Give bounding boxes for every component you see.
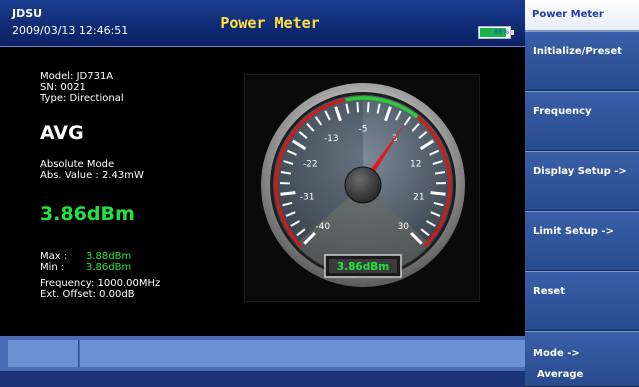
gauge-hub [344, 166, 382, 204]
gauge-tick-label: -13 [324, 134, 339, 144]
footer-strip [0, 371, 525, 387]
datetime-label: 2009/03/13 12:46:51 [12, 24, 129, 37]
gauge-tick-label: -40 [315, 222, 330, 232]
battery-icon: 88% [478, 26, 514, 39]
reset-button[interactable]: Reset [525, 271, 639, 331]
gauge-tick [356, 102, 360, 113]
measurement-screen: JDSU 2009/03/13 12:46:51 Power Meter 88%… [0, 0, 526, 387]
gauge-tick [366, 102, 370, 113]
limit-setup-label: Limit Setup -> [533, 226, 614, 237]
gauge-tick-label: -5 [359, 125, 368, 135]
gauge-tick-label: 12 [410, 160, 421, 170]
mode-button[interactable]: Mode -> Average [525, 331, 639, 387]
min-label: Min : [40, 262, 65, 273]
power-reading: 3.86dBm [40, 203, 135, 225]
power-gauge: -40-31-22-13-53122130 3.86dBm [261, 83, 465, 287]
status-cell-1 [8, 340, 79, 367]
softkey-menu-title-label: Power Meter [532, 9, 604, 20]
avg-indicator: AVG [40, 122, 84, 144]
battery-percent: 88% [493, 28, 509, 36]
min-value: 3.86dBm [86, 262, 132, 273]
page-title: Power Meter [220, 14, 320, 32]
sensor-type-label: Type: Directional [40, 93, 124, 104]
serial-label: SN: 0021 [40, 82, 86, 93]
ext-offset-label: Ext. Offset: 0.00dB [40, 289, 135, 300]
max-value: 3.88dBm [86, 251, 132, 262]
battery-terminal [511, 30, 514, 35]
mode-label: Absolute Mode [40, 159, 115, 170]
gauge-tick-label: 21 [413, 193, 424, 203]
gauge-tick [430, 191, 446, 196]
gauge-tick-label: -22 [303, 160, 318, 170]
frequency-button-label: Frequency [533, 106, 592, 117]
display-setup-label: Display Setup -> [533, 166, 627, 177]
softkey-panel: Power Meter Initialize/Preset Frequency … [525, 0, 639, 387]
reset-label: Reset [533, 286, 565, 297]
title-bar: JDSU 2009/03/13 12:46:51 Power Meter 88% [0, 0, 525, 47]
gauge-readout: 3.86dBm [337, 261, 389, 273]
gauge-tick-label: -31 [300, 193, 315, 203]
model-label: Model: JD731A [40, 71, 114, 82]
initialize-preset-button[interactable]: Initialize/Preset [525, 31, 639, 91]
limit-setup-button[interactable]: Limit Setup -> [525, 211, 639, 271]
gauge-panel: -40-31-22-13-53122130 3.86dBm [244, 74, 480, 302]
abs-value-label: Abs. Value : 2.43mW [40, 170, 144, 181]
status-cell-2 [80, 340, 526, 367]
mode-current-value: Average [537, 369, 584, 380]
softkey-menu-title: Power Meter [525, 0, 639, 31]
frequency-button[interactable]: Frequency [525, 91, 639, 151]
max-label: Max : [40, 251, 68, 262]
display-setup-button[interactable]: Display Setup -> [525, 151, 639, 211]
status-bar [0, 336, 526, 371]
gauge-tick [280, 191, 296, 196]
frequency-label: Frequency: 1000.00MHz [40, 278, 161, 289]
gauge-tick-label: 30 [398, 222, 410, 232]
brand-label: JDSU [12, 7, 43, 20]
initialize-preset-label: Initialize/Preset [533, 46, 622, 57]
mode-label-softkey: Mode -> [533, 348, 580, 359]
